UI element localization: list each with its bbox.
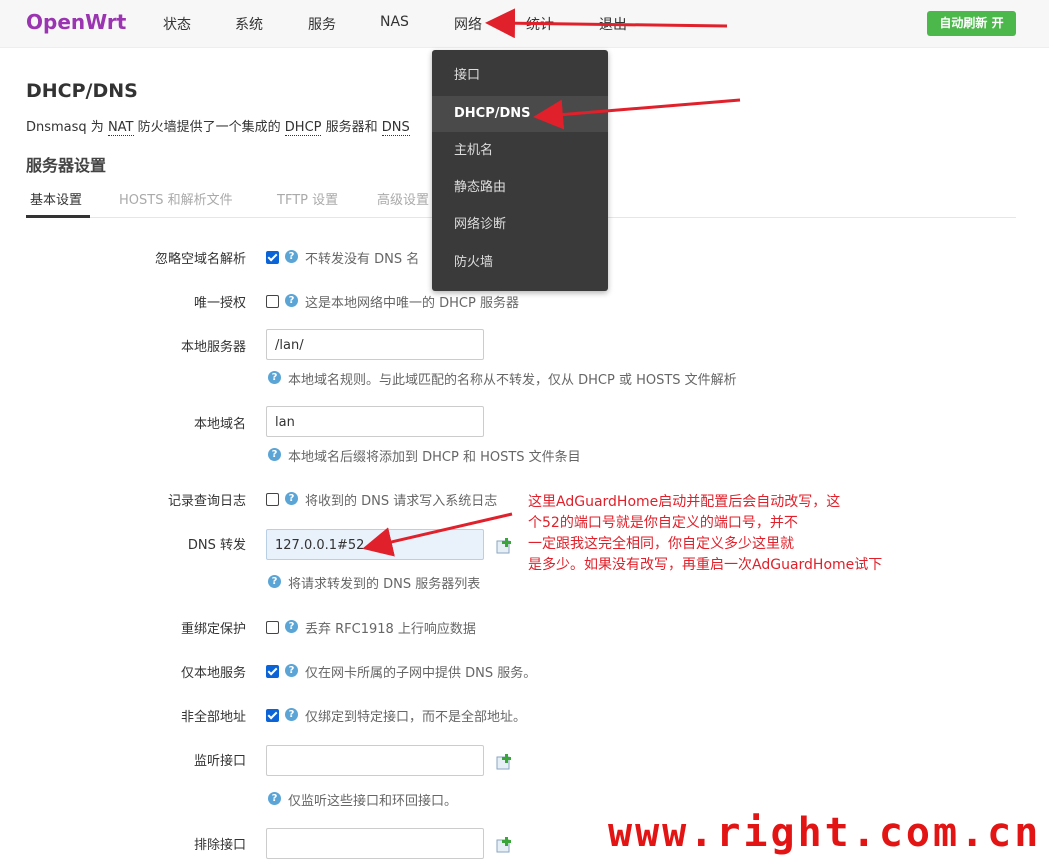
label-exclude-interface: 排除接口 <box>193 838 246 853</box>
nav-statistics[interactable]: 统计 <box>526 14 554 34</box>
dns-forward-input[interactable]: 127.0.0.1#52 <box>266 529 484 560</box>
help-icon: ? <box>285 664 298 677</box>
auto-refresh-button[interactable]: 自动刷新 开 <box>927 11 1016 36</box>
help-icon: ? <box>285 294 298 307</box>
label-dns-forward: DNS 转发 <box>187 538 246 553</box>
section-title: 服务器设置 <box>26 156 107 175</box>
desc-listen-interface: 仅监听这些接口和环回接口。 <box>288 794 458 809</box>
abbr-dns: DNS <box>381 120 410 136</box>
abbr-nat: NAT <box>107 120 134 136</box>
desc-text: 防火墙提供了一个集成的 <box>133 120 285 135</box>
help-icon: ? <box>268 448 281 461</box>
checkbox-log-queries[interactable] <box>266 493 279 506</box>
nav-status[interactable]: 状态 <box>163 14 191 34</box>
desc-domain-needed: 不转发没有 DNS 名 <box>305 252 420 267</box>
local-domain-input[interactable]: lan <box>266 406 484 437</box>
page-description: Dnsmasq 为 NAT 防火墙提供了一个集成的 DHCP 服务器和 DNS <box>26 116 410 136</box>
exclude-interface-input[interactable] <box>266 828 484 859</box>
label-nonwildcard: 非全部地址 <box>180 710 246 725</box>
nav-nas[interactable]: NAS <box>380 14 409 30</box>
help-icon: ? <box>268 792 281 805</box>
menu-item-dhcp-dns[interactable]: DHCP/DNS <box>432 96 608 132</box>
label-log-queries: 记录查询日志 <box>167 494 246 509</box>
page-title: DHCP/DNS <box>26 80 138 102</box>
add-entry-icon[interactable] <box>496 538 512 554</box>
annotation-line: 一定跟我这完全相同，你自定义多少这里就 <box>528 536 794 552</box>
menu-item-diagnostics[interactable]: 网络诊断 <box>432 207 608 243</box>
desc-local-domain: 本地域名后缀将添加到 DHCP 和 HOSTS 文件条目 <box>288 450 581 465</box>
annotation-line: 是多少。如果没有改写，再重启一次AdGuardHome试下 <box>528 557 883 573</box>
menu-item-hostnames[interactable]: 主机名 <box>432 133 608 169</box>
listen-interface-input[interactable] <box>266 745 484 776</box>
desc-text: 服务器和 <box>321 120 382 135</box>
desc-local-server: 本地域名规则。与此域匹配的名称从不转发，仅从 DHCP 或 HOSTS 文件解析 <box>288 373 737 388</box>
tab-advanced[interactable]: 高级设置 <box>377 189 429 208</box>
help-icon: ? <box>285 492 298 505</box>
annotation-line: 这里AdGuardHome启动并配置后会自动改写，这 <box>528 494 841 510</box>
desc-text: Dnsmasq 为 <box>26 120 108 135</box>
checkbox-authoritative[interactable] <box>266 295 279 308</box>
tab-tftp[interactable]: TFTP 设置 <box>277 189 338 208</box>
desc-rebind-protection: 丢弃 RFC1918 上行响应数据 <box>305 622 476 637</box>
label-listen-interface: 监听接口 <box>193 754 246 769</box>
label-local-service: 仅本地服务 <box>180 666 246 681</box>
nav-system[interactable]: 系统 <box>235 14 263 34</box>
checkbox-rebind-protection[interactable] <box>266 621 279 634</box>
tab-basic[interactable]: 基本设置 <box>30 189 82 208</box>
nav-logout[interactable]: 退出 <box>599 14 627 34</box>
desc-local-service: 仅在网卡所属的子网中提供 DNS 服务。 <box>305 666 537 681</box>
local-server-input[interactable]: /lan/ <box>266 329 484 360</box>
desc-dns-forward: 将请求转发到的 DNS 服务器列表 <box>288 577 481 592</box>
help-icon: ? <box>285 250 298 263</box>
network-dropdown-menu: 接口 DHCP/DNS 主机名 静态路由 网络诊断 防火墙 <box>432 50 608 291</box>
annotation-line: 个52的端口号就是你自定义的端口号，并不 <box>528 515 798 531</box>
label-authoritative: 唯一授权 <box>193 296 246 311</box>
add-entry-icon[interactable] <box>496 754 512 770</box>
annotation-note: 这里AdGuardHome启动并配置后会自动改写，这 个52的端口号就是你自定义… <box>528 492 918 576</box>
tab-hosts[interactable]: HOSTS 和解析文件 <box>119 189 233 208</box>
top-navbar: OpenWrt 状态 系统 服务 NAS 网络 统计 退出 自动刷新 开 <box>0 0 1049 48</box>
desc-log-queries: 将收到的 DNS 请求写入系统日志 <box>305 494 498 509</box>
brand-logo[interactable]: OpenWrt <box>26 10 126 34</box>
desc-nonwildcard: 仅绑定到特定接口，而不是全部地址。 <box>305 710 527 725</box>
add-entry-icon[interactable] <box>496 837 512 853</box>
checkbox-nonwildcard[interactable] <box>266 709 279 722</box>
watermark: www.right.com.cn <box>608 810 1042 856</box>
menu-item-firewall[interactable]: 防火墙 <box>432 245 608 281</box>
active-tab-indicator <box>26 215 90 218</box>
help-icon: ? <box>285 620 298 633</box>
checkbox-local-service[interactable] <box>266 665 279 678</box>
help-icon: ? <box>268 575 281 588</box>
menu-item-interfaces[interactable]: 接口 <box>432 58 608 94</box>
label-rebind-protection: 重绑定保护 <box>180 622 246 637</box>
menu-item-static-routes[interactable]: 静态路由 <box>432 170 608 206</box>
checkbox-domain-needed[interactable] <box>266 251 279 264</box>
desc-authoritative: 这是本地网络中唯一的 DHCP 服务器 <box>305 296 519 311</box>
help-icon: ? <box>268 371 281 384</box>
label-local-server: 本地服务器 <box>180 340 246 355</box>
help-icon: ? <box>285 708 298 721</box>
label-domain-needed: 忽略空域名解析 <box>154 252 246 267</box>
nav-network[interactable]: 网络 <box>454 14 482 34</box>
nav-services[interactable]: 服务 <box>308 14 336 34</box>
label-local-domain: 本地域名 <box>193 417 246 432</box>
abbr-dhcp: DHCP <box>284 120 322 136</box>
